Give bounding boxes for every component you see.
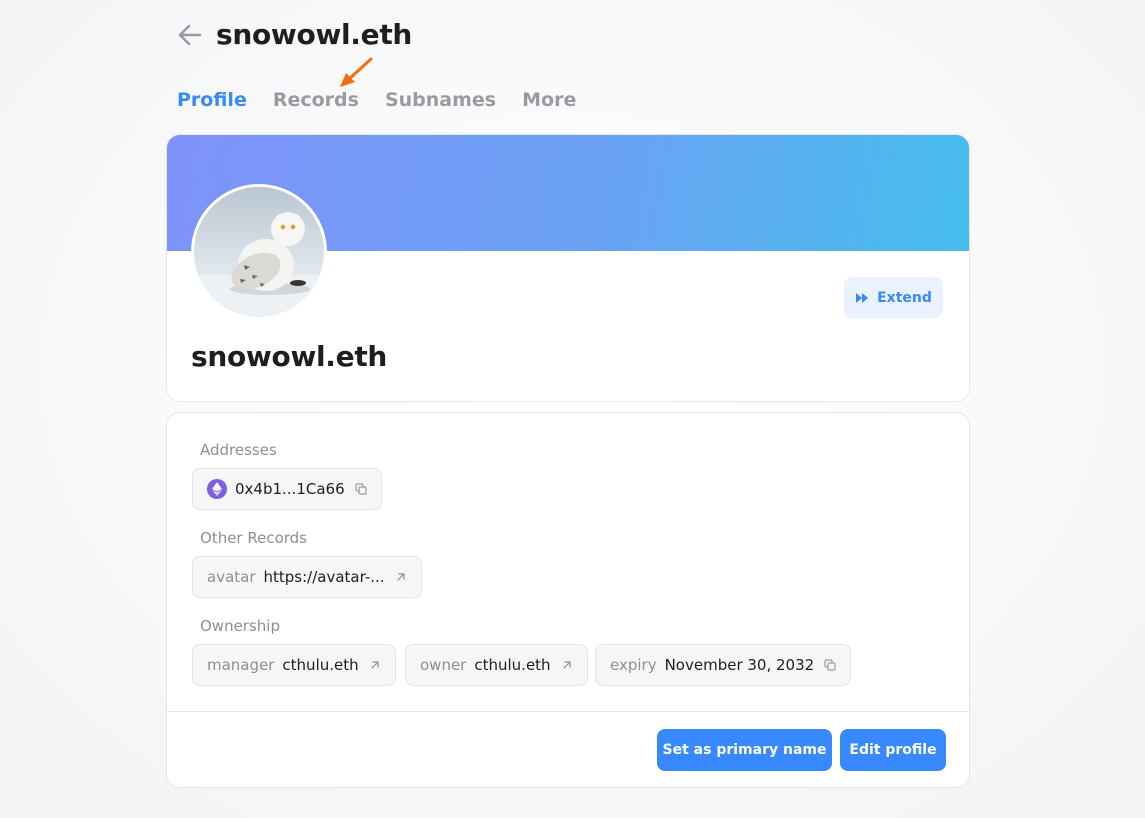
tab-bar: Profile Records Subnames More — [177, 89, 576, 111]
tab-more[interactable]: More — [522, 89, 576, 111]
tab-records[interactable]: Records — [273, 89, 359, 111]
page-title: snowowl.eth — [216, 18, 413, 51]
ethereum-icon — [207, 479, 227, 499]
snowy-owl-image — [194, 187, 324, 317]
record-key: avatar — [207, 568, 256, 586]
other-records-label: Other Records — [200, 529, 307, 547]
external-link-icon — [562, 661, 571, 669]
fast-forward-icon — [856, 292, 869, 303]
expiry-chip[interactable]: expiry November 30, 2032 — [595, 644, 852, 686]
extend-button[interactable]: Extend — [844, 277, 943, 318]
avatar-record-chip[interactable]: avatar https://avatar-... — [192, 556, 422, 598]
avatar — [191, 184, 327, 320]
profile-name: snowowl.eth — [191, 340, 388, 373]
ownership-label: Ownership — [200, 617, 280, 635]
divider — [167, 711, 969, 712]
owner-value: cthulu.eth — [474, 656, 551, 674]
external-link-icon — [396, 573, 405, 581]
back-arrow-icon[interactable] — [176, 21, 204, 49]
expiry-key: expiry — [610, 656, 657, 674]
owner-key: owner — [420, 656, 467, 674]
records-card: Addresses 0x4b1...1Ca66 Other Records av… — [166, 412, 970, 788]
set-primary-name-button[interactable]: Set as primary name — [657, 729, 832, 771]
manager-chip[interactable]: manager cthulu.eth — [192, 644, 396, 686]
tab-profile[interactable]: Profile — [177, 89, 247, 111]
copy-icon[interactable] — [355, 483, 367, 495]
annotation-arrow-icon — [340, 57, 373, 87]
external-link-icon — [370, 661, 379, 669]
extend-label: Extend — [877, 289, 932, 306]
addresses-label: Addresses — [200, 441, 277, 459]
edit-profile-button[interactable]: Edit profile — [840, 729, 946, 771]
page-header: snowowl.eth — [176, 18, 412, 51]
copy-icon[interactable] — [824, 659, 836, 671]
record-value: https://avatar-... — [263, 568, 385, 586]
profile-card: Extend snowowl.eth — [166, 134, 970, 402]
owner-chip[interactable]: owner cthulu.eth — [405, 644, 588, 686]
address-chip[interactable]: 0x4b1...1Ca66 — [192, 468, 382, 510]
manager-key: manager — [207, 656, 275, 674]
address-value: 0x4b1...1Ca66 — [235, 480, 345, 498]
expiry-value: November 30, 2032 — [664, 656, 815, 674]
tab-subnames[interactable]: Subnames — [385, 89, 496, 111]
manager-value: cthulu.eth — [282, 656, 359, 674]
